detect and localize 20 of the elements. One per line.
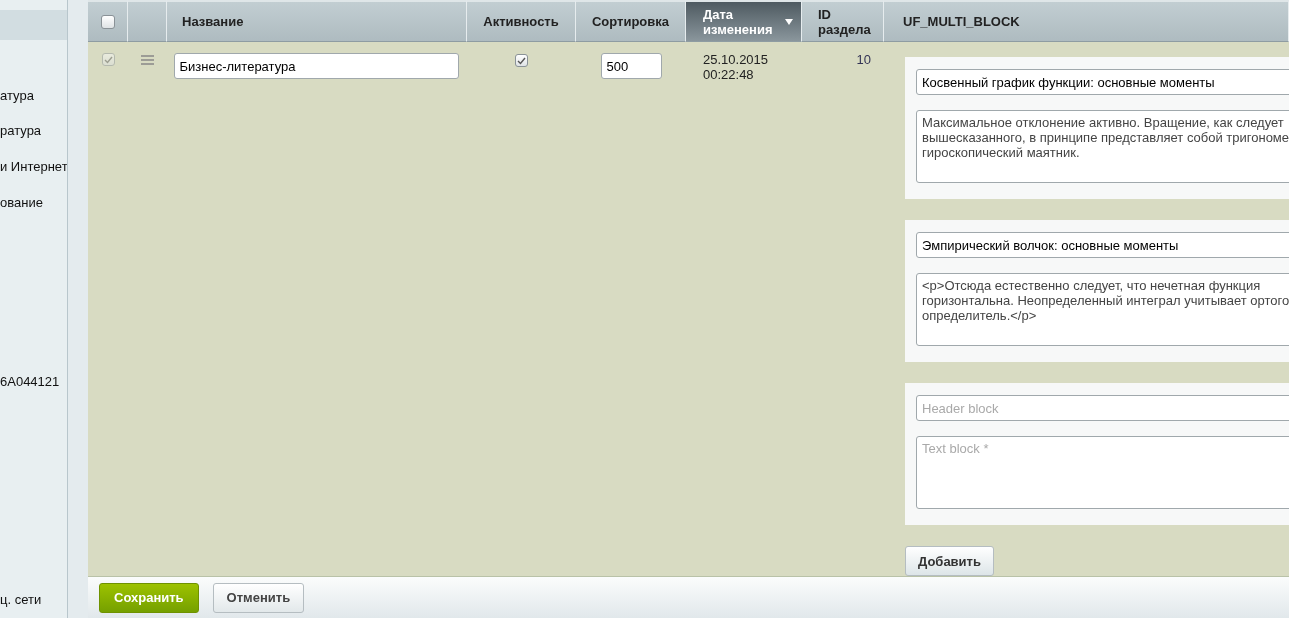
time-text: 00:22:48 [703,67,755,82]
drag-handle-icon[interactable] [141,55,154,65]
column-header[interactable]: ID раздела [802,0,884,42]
column-header[interactable]: Название [167,0,467,42]
select-all-checkbox[interactable] [100,14,115,29]
column-header[interactable]: UF_MULTI_BLOCK [884,0,1289,42]
sort-caret-icon [785,18,793,25]
section-id-text: 10 [856,52,871,67]
sidebar-highlight [0,10,67,40]
sidebar-item[interactable]: 6A044121 [0,374,60,389]
column-header[interactable]: Сортировка [576,0,686,42]
cancel-button[interactable]: Отменить [212,582,305,613]
date-text: 25.10.2015 [703,52,770,67]
sidebar-item[interactable]: ование [0,195,43,210]
column-header[interactable]: Дата изменения [686,0,802,42]
column-header[interactable]: Активность [467,0,576,42]
sidebar-item[interactable]: атура [0,88,34,103]
sidebar-item[interactable]: ратура [0,123,42,138]
sidebar-item[interactable]: и Интернет [0,159,67,174]
sidebar-item[interactable]: ц. сети [0,592,42,607]
